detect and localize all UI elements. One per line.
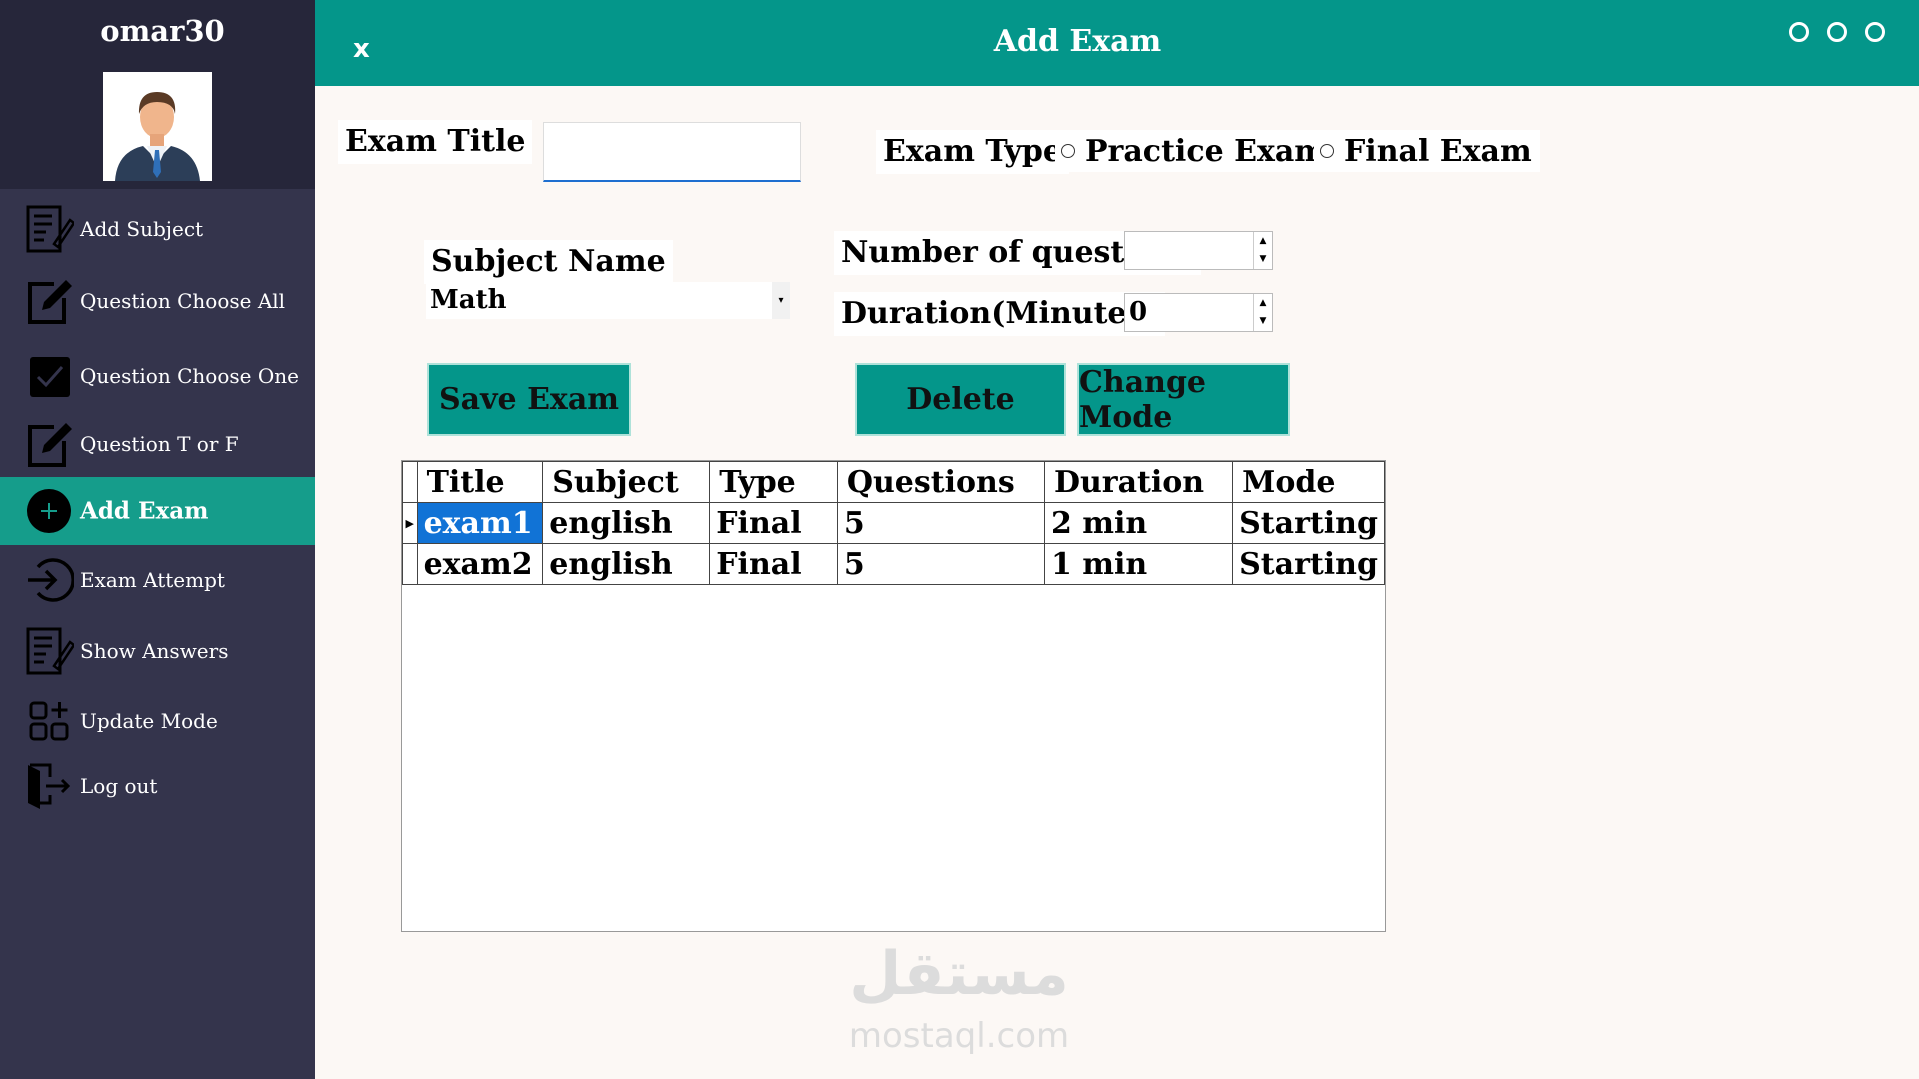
exam-title-input[interactable] xyxy=(543,122,801,182)
table-cell[interactable]: 2 min xyxy=(1043,502,1234,544)
sidebar-item-add-subject[interactable]: Add Subject xyxy=(0,195,315,263)
subject-name-label: Subject Name xyxy=(424,240,673,284)
duration-value[interactable]: 0 xyxy=(1129,294,1147,331)
watermark-arabic: مستقل xyxy=(849,939,1069,1009)
table-cell[interactable]: english xyxy=(542,543,711,585)
stepper-down-icon[interactable]: ▼ xyxy=(1254,312,1272,330)
sidebar-item-question-choose-all[interactable]: Question Choose All xyxy=(0,267,315,335)
dropdown-arrow-icon[interactable]: ▾ xyxy=(772,282,790,319)
user-avatar-icon xyxy=(103,72,212,181)
document-edit-icon xyxy=(26,627,74,675)
sidebar-item-question-choose-one[interactable]: Question Choose One xyxy=(0,342,315,410)
row-selector[interactable] xyxy=(402,543,418,585)
row-selector-arrow-icon[interactable]: ▶ xyxy=(402,502,418,544)
page-title: Add Exam xyxy=(993,24,1162,59)
checkbox-checked-icon xyxy=(30,357,70,397)
radio-circle xyxy=(1061,144,1075,158)
exams-table-grid: Title Subject Type Questions Duration Mo… xyxy=(402,461,1385,585)
final-exam-radio[interactable]: Final Exam xyxy=(1314,130,1540,172)
sidebar-item-add-exam[interactable]: Add Exam xyxy=(0,477,315,545)
sidebar-header: omar30 xyxy=(0,0,315,189)
table-cell[interactable]: exam1 xyxy=(416,502,544,544)
sidebar-item-label: Add Subject xyxy=(80,217,204,241)
username: omar30 xyxy=(100,14,225,48)
column-header-subject[interactable]: Subject xyxy=(542,461,711,503)
table-cell[interactable]: Final xyxy=(709,502,838,544)
table-cell[interactable]: 1 min xyxy=(1043,543,1234,585)
plus-circle-icon xyxy=(27,489,71,533)
table-cell[interactable]: 5 xyxy=(836,502,1045,544)
sidebar-item-exam-attempt[interactable]: Exam Attempt xyxy=(0,546,315,614)
exam-type-label: Exam Type xyxy=(876,130,1069,174)
table-row[interactable]: exam2 english Final 5 1 min Starting xyxy=(402,543,1385,585)
save-exam-button[interactable]: Save Exam xyxy=(427,363,631,436)
stepper-up-icon[interactable]: ▲ xyxy=(1254,232,1272,250)
window-close-button[interactable] xyxy=(1865,22,1885,42)
sidebar-item-label: Update Mode xyxy=(80,709,218,733)
logout-door-icon xyxy=(28,763,71,809)
minimize-button[interactable] xyxy=(1789,22,1809,42)
sidebar: omar30 Add Subject Question Choose All Q… xyxy=(0,0,315,1079)
sidebar-item-label: Show Answers xyxy=(80,639,229,663)
table-cell[interactable]: exam2 xyxy=(416,543,544,585)
duration-label: Duration(Minutes) xyxy=(834,292,1165,336)
row-header-corner xyxy=(402,461,418,503)
column-header-duration[interactable]: Duration xyxy=(1043,461,1234,503)
sidebar-item-label: Question T or F xyxy=(80,432,239,456)
stepper-buttons: ▲ ▼ xyxy=(1253,294,1272,331)
practice-exam-radio[interactable]: Practice Exam xyxy=(1055,130,1335,172)
sign-in-icon xyxy=(28,558,74,602)
sidebar-item-show-answers[interactable]: Show Answers xyxy=(0,617,315,685)
number-of-questions-stepper[interactable]: ▲ ▼ xyxy=(1124,231,1273,270)
table-cell[interactable]: Final xyxy=(709,543,838,585)
column-header-questions[interactable]: Questions xyxy=(836,461,1045,503)
sidebar-item-log-out[interactable]: Log out xyxy=(0,752,315,820)
stepper-up-icon[interactable]: ▲ xyxy=(1254,294,1272,312)
table-cell[interactable]: Starting xyxy=(1232,543,1385,585)
document-edit-icon xyxy=(26,205,74,253)
table-cell[interactable]: 5 xyxy=(836,543,1045,585)
sidebar-item-label: Question Choose One xyxy=(80,364,299,388)
column-header-mode[interactable]: Mode xyxy=(1232,461,1385,503)
practice-exam-radio-label: Practice Exam xyxy=(1085,133,1327,169)
table-header-row: Title Subject Type Questions Duration Mo… xyxy=(402,461,1385,503)
sidebar-item-question-t-or-f[interactable]: Question T or F xyxy=(0,410,315,478)
sidebar-item-label: Add Exam xyxy=(80,497,209,525)
stepper-down-icon[interactable]: ▼ xyxy=(1254,250,1272,268)
sidebar-item-label: Exam Attempt xyxy=(80,568,225,592)
column-header-title[interactable]: Title xyxy=(416,461,544,503)
maximize-button[interactable] xyxy=(1827,22,1847,42)
table-cell[interactable]: Starting xyxy=(1232,502,1385,544)
subject-select-value: Math xyxy=(430,285,507,315)
radio-circle xyxy=(1320,144,1334,158)
duration-stepper[interactable]: 0 ▲ ▼ xyxy=(1124,293,1273,332)
exam-title-label: Exam Title xyxy=(338,120,533,164)
edit-square-icon xyxy=(28,423,72,467)
table-row[interactable]: ▶ exam1 english Final 5 2 min Starting xyxy=(402,502,1385,544)
subject-select[interactable]: Math ▾ xyxy=(426,282,790,319)
sidebar-item-update-mode[interactable]: Update Mode xyxy=(0,687,315,755)
window-controls xyxy=(1789,22,1885,42)
sidebar-item-label: Log out xyxy=(80,774,158,798)
header-bar: x Add Exam xyxy=(315,0,1919,86)
grid-add-icon xyxy=(29,701,69,741)
change-mode-button[interactable]: Change Mode xyxy=(1077,363,1290,436)
table-cell[interactable]: english xyxy=(542,502,711,544)
exams-table: Title Subject Type Questions Duration Mo… xyxy=(401,460,1386,932)
stepper-buttons: ▲ ▼ xyxy=(1253,232,1272,269)
final-exam-radio-label: Final Exam xyxy=(1344,133,1532,169)
sidebar-item-label: Question Choose All xyxy=(80,289,286,313)
delete-button[interactable]: Delete xyxy=(855,363,1066,436)
column-header-type[interactable]: Type xyxy=(709,461,838,503)
edit-square-icon xyxy=(28,280,72,324)
avatar xyxy=(103,72,212,181)
watermark-latin: mostaql.com xyxy=(848,1016,1070,1056)
